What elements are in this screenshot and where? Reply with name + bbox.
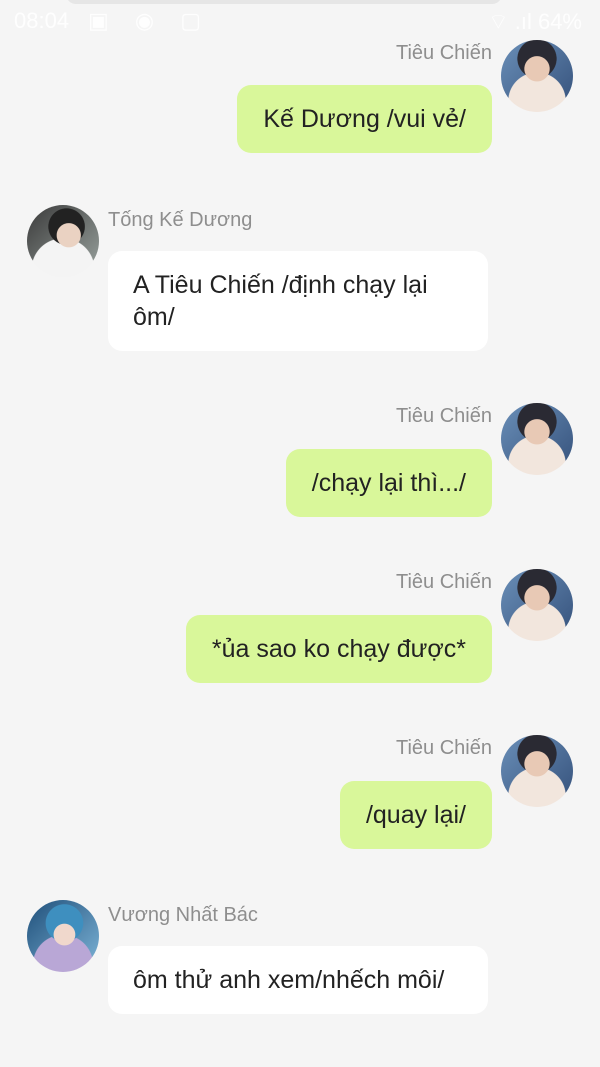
sender-name: Tiêu Chiến — [396, 42, 492, 64]
message-bubble[interactable]: Kế Dương /vui vẻ/ — [237, 85, 492, 153]
avatar-tong-ke-duong[interactable] — [27, 205, 99, 277]
sender-name: Vương Nhất Bác — [108, 904, 258, 926]
avatar-vuong-nhat-bac[interactable] — [27, 900, 99, 972]
sender-name: Tiêu Chiến — [396, 571, 492, 593]
message-bubble[interactable]: /quay lại/ — [339, 781, 492, 849]
sender-name: Tiêu Chiến — [396, 737, 492, 759]
sender-name: Tiêu Chiến — [396, 405, 492, 427]
avatar-tieu-chien[interactable] — [501, 569, 573, 641]
avatar-tieu-chien[interactable] — [501, 40, 573, 112]
message-bubble[interactable]: A Tiêu Chiến /định chạy lại ôm/ — [108, 251, 488, 351]
avatar-tieu-chien[interactable] — [501, 403, 573, 475]
sender-name: Tống Kế Dương — [108, 209, 253, 231]
status-time: 08:04 — [14, 8, 70, 33]
status-bar: 08:04 ▣ ◉ ▢ ⌔ .ıl 64% — [0, 0, 600, 40]
avatar-tieu-chien[interactable] — [501, 735, 573, 807]
message-bubble[interactable]: ôm thử anh xem/nhếch môi/ — [108, 946, 488, 1014]
notification-icons: ▣ ◉ ▢ — [88, 8, 211, 33]
message-bubble[interactable]: /chạy lại thì.../ — [285, 449, 492, 517]
top-sheet-handle — [66, 0, 502, 4]
battery-indicator: ⌔ .ıl 64% — [487, 9, 582, 34]
message-bubble[interactable]: *ủa sao ko chạy được* — [185, 615, 492, 683]
